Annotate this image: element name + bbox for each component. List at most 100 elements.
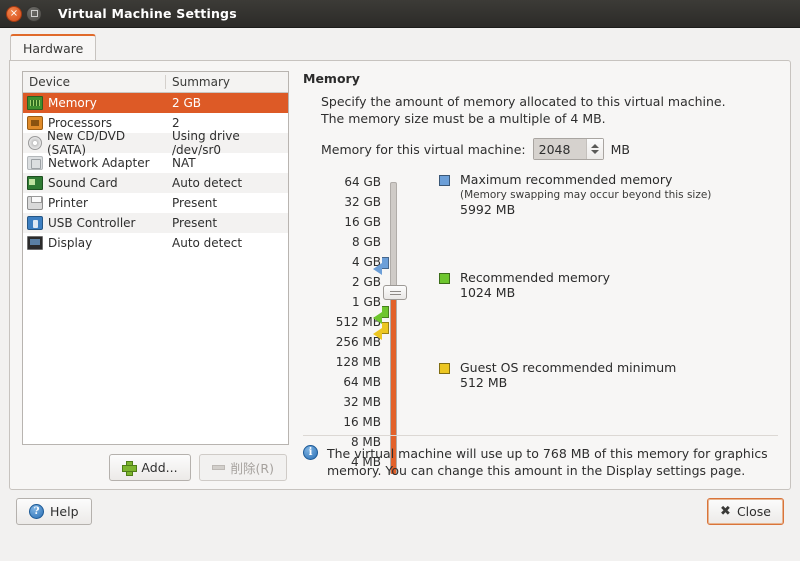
legend-swatch-icon xyxy=(439,363,450,374)
help-button[interactable]: ? Help xyxy=(16,497,92,525)
page-title: Memory xyxy=(303,71,360,86)
memory-unit-label: MB xyxy=(610,141,630,157)
legend-value: 1024 MB xyxy=(460,285,516,300)
remove-device-label: 削除(R) xyxy=(230,460,274,476)
memory-field-row: Memory for this virtual machine: 2048 MB xyxy=(321,138,778,160)
device-panel: Device Summary Memory 2 GB Processors 2 … xyxy=(10,61,295,489)
close-button-label: Close xyxy=(736,503,771,519)
tick-label: 16 GB xyxy=(344,215,381,229)
cpu-icon xyxy=(27,116,43,130)
device-name: Memory xyxy=(48,96,97,110)
tab-hardware[interactable]: Hardware xyxy=(10,34,97,60)
slider-thumb[interactable] xyxy=(383,285,407,300)
device-summary: 2 GB xyxy=(172,96,201,110)
device-summary: NAT xyxy=(172,156,196,170)
device-name: Display xyxy=(48,236,93,250)
device-summary: Auto detect xyxy=(172,236,243,250)
column-header-device: Device xyxy=(23,75,166,89)
legend-item: Maximum recommended memory (Memory swapp… xyxy=(439,172,711,218)
table-row[interactable]: USB Controller Present xyxy=(23,213,288,233)
device-summary: Auto detect xyxy=(172,176,243,190)
device-name: Processors xyxy=(48,116,113,130)
device-summary: Present xyxy=(172,196,218,210)
device-actions: Add... 削除(R) xyxy=(22,445,289,489)
cd-dvd-icon xyxy=(28,136,42,150)
memory-field-label: Memory for this virtual machine: xyxy=(321,141,526,157)
memory-slider[interactable] xyxy=(373,182,407,474)
tick-label: 16 MB xyxy=(343,415,381,429)
help-button-label: Help xyxy=(50,503,79,519)
legend-subtitle: (Memory swapping may occur beyond this s… xyxy=(460,189,712,201)
memory-settings-panel: Memory Specify the amount of memory allo… xyxy=(295,61,790,489)
usb-controller-icon xyxy=(27,216,43,230)
memory-size-input[interactable]: 2048 xyxy=(533,139,586,159)
remove-device-button[interactable]: 削除(R) xyxy=(198,453,287,481)
device-summary: 2 xyxy=(172,116,180,130)
table-row[interactable]: Network Adapter NAT xyxy=(23,153,288,173)
info-icon: i xyxy=(303,445,318,460)
device-name: USB Controller xyxy=(48,216,136,230)
device-list[interactable]: Device Summary Memory 2 GB Processors 2 … xyxy=(22,71,289,445)
stepper-arrows[interactable] xyxy=(585,139,603,159)
graphics-memory-note-text: The virtual machine will use up to 768 M… xyxy=(327,446,768,478)
printer-icon xyxy=(27,196,43,210)
tick-label: 512 MB xyxy=(335,315,381,329)
tab-hardware-label: Hardware xyxy=(23,40,84,56)
table-row[interactable]: Display Auto detect xyxy=(23,233,288,253)
memory-description: Specify the amount of memory allocated t… xyxy=(321,94,726,126)
legend-item: Guest OS recommended minimum 512 MB xyxy=(439,360,676,391)
device-name: Sound Card xyxy=(48,176,118,190)
display-icon xyxy=(27,236,43,250)
memory-icon xyxy=(27,96,43,110)
add-device-button[interactable]: Add... xyxy=(109,453,191,481)
device-summary: Present xyxy=(172,216,218,230)
memory-scale-ticks: 64 GB 32 GB 16 GB 8 GB 4 GB 2 GB 1 GB 51… xyxy=(303,172,381,472)
plus-icon xyxy=(122,460,138,476)
tick-label: 64 GB xyxy=(344,175,381,189)
table-row[interactable]: Sound Card Auto detect xyxy=(23,173,288,193)
legend-title: Recommended memory xyxy=(460,270,611,285)
window-close-icon[interactable]: × xyxy=(6,5,22,22)
dialog-footer: ? Help ✖ Close xyxy=(0,490,800,532)
table-row[interactable]: Memory 2 GB xyxy=(23,93,288,113)
tick-label: 32 GB xyxy=(344,195,381,209)
graphics-memory-note: i The virtual machine will use up to 768… xyxy=(303,435,778,479)
device-summary: Using drive /dev/sr0 xyxy=(172,129,240,157)
table-row[interactable]: Printer Present xyxy=(23,193,288,213)
tick-label: 64 MB xyxy=(343,375,381,389)
add-device-label: Add... xyxy=(141,459,178,475)
memory-size-stepper[interactable]: 2048 xyxy=(532,138,604,160)
settings-content: Device Summary Memory 2 GB Processors 2 … xyxy=(9,60,791,490)
network-adapter-icon xyxy=(27,156,43,170)
title-bar: × Virtual Machine Settings xyxy=(0,0,800,28)
legend-swatch-icon xyxy=(439,273,450,284)
tick-label: 32 MB xyxy=(343,395,381,409)
stepper-down-icon[interactable] xyxy=(590,150,599,154)
tick-label: 1 GB xyxy=(352,295,381,309)
device-name: New CD/DVD (SATA) xyxy=(47,129,126,157)
close-x-icon: ✖ xyxy=(720,503,731,519)
sound-card-icon xyxy=(27,176,43,190)
legend-item: Recommended memory 1024 MB xyxy=(439,270,610,301)
tick-label: 4 GB xyxy=(352,255,381,269)
close-button[interactable]: ✖ Close xyxy=(707,497,784,525)
window-title: Virtual Machine Settings xyxy=(58,6,237,21)
memory-slider-area: 64 GB 32 GB 16 GB 8 GB 4 GB 2 GB 1 GB 51… xyxy=(303,172,778,474)
minus-icon xyxy=(211,464,225,470)
table-row[interactable]: New CD/DVD (SATA) Using drive /dev/sr0 xyxy=(23,129,288,157)
device-name: Network Adapter xyxy=(48,156,150,170)
legend-title: Maximum recommended memory xyxy=(460,172,673,187)
legend-swatch-icon xyxy=(439,175,450,186)
tick-label: 8 GB xyxy=(352,235,381,249)
column-header-summary: Summary xyxy=(172,75,230,89)
device-name: Printer xyxy=(48,196,88,210)
help-icon: ? xyxy=(29,503,44,519)
legend-value: 512 MB xyxy=(460,375,508,390)
tick-label: 2 GB xyxy=(352,275,381,289)
legend-title: Guest OS recommended minimum xyxy=(460,360,677,375)
window-maximize-icon[interactable] xyxy=(26,5,42,22)
device-list-header: Device Summary xyxy=(23,72,288,93)
tick-label: 128 MB xyxy=(335,355,381,369)
tab-strip: Hardware xyxy=(0,28,800,60)
stepper-up-icon[interactable] xyxy=(590,144,599,148)
